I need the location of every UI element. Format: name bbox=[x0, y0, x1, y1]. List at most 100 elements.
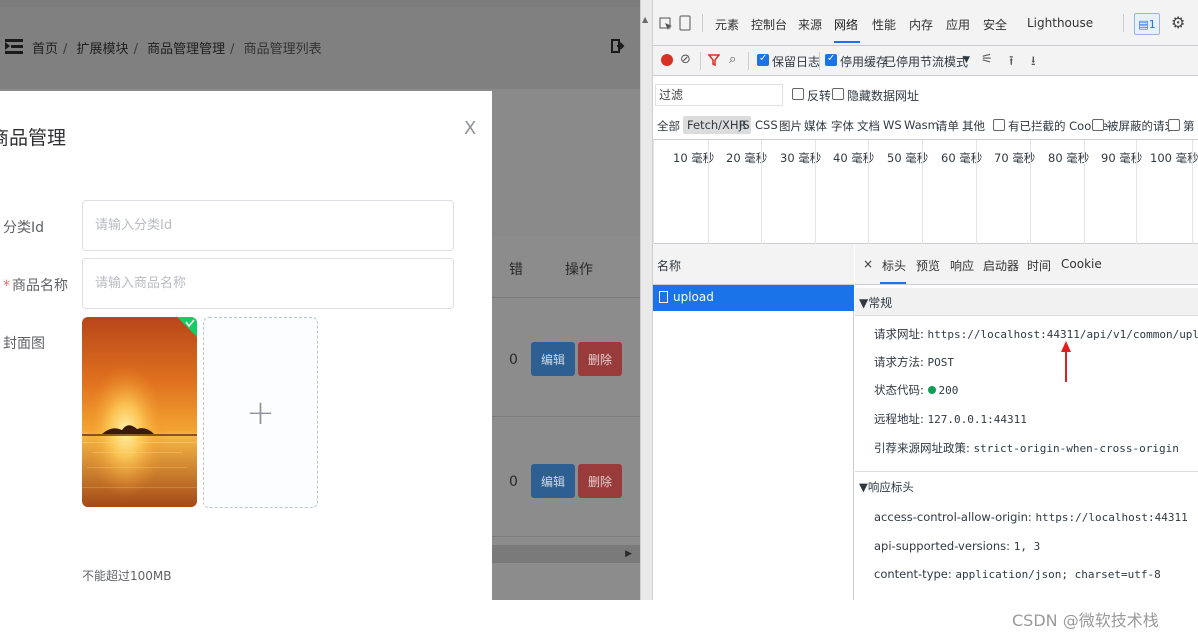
request-url-row: 请求网址: https://localhost:44311/api/v1/com… bbox=[874, 326, 1198, 342]
blocked-requests-label: 被屏蔽的请求 bbox=[1107, 119, 1176, 133]
inspect-element-icon[interactable] bbox=[659, 17, 673, 31]
tab-response[interactable]: 响应 bbox=[950, 257, 974, 274]
issues-badge[interactable]: ▤ 1 bbox=[1134, 13, 1160, 35]
table-cell: 0 bbox=[509, 352, 518, 368]
type-js[interactable]: JS bbox=[739, 118, 750, 132]
tab-cookies[interactable]: Cookie bbox=[1061, 257, 1102, 271]
type-font[interactable]: 字体 bbox=[831, 118, 854, 134]
import-har-icon[interactable]: ⭱ bbox=[1009, 52, 1014, 74]
network-timeline[interactable]: 10 毫秒 20 毫秒 30 毫秒 40 毫秒 50 毫秒 60 毫秒 70 毫… bbox=[653, 140, 1198, 244]
tab-security[interactable]: 安全 bbox=[983, 16, 1007, 33]
hide-data-urls-label: 隐藏数据网址 bbox=[847, 89, 920, 103]
disable-cache-checkbox[interactable] bbox=[825, 53, 837, 66]
table-header-cut: 错 bbox=[509, 262, 523, 278]
content-type-header-row: content-type: application/json; charset=… bbox=[874, 567, 1161, 581]
delete-button[interactable]: 删除 bbox=[578, 464, 622, 498]
devtools-panel: 元素 控制台 来源 网络 性能 内存 应用 安全 Lighthouse ▤ 1 ⚙… bbox=[653, 0, 1198, 600]
image-upload-button[interactable]: + bbox=[203, 317, 318, 508]
invert-checkbox[interactable] bbox=[792, 88, 804, 100]
product-dialog: 商品管理 X 分类Id *商品名称 封面图 bbox=[0, 91, 492, 600]
filter-bar: 反转 隐藏数据网址 bbox=[653, 82, 1198, 108]
preserve-log-checkbox[interactable] bbox=[757, 53, 769, 66]
category-id-input[interactable] bbox=[82, 200, 454, 251]
tab-network[interactable]: 网络 bbox=[834, 16, 858, 33]
type-css[interactable]: CSS bbox=[755, 118, 778, 132]
export-har-icon[interactable]: ⭳ bbox=[1031, 52, 1036, 74]
type-media[interactable]: 媒体 bbox=[804, 118, 827, 134]
sunset-image bbox=[82, 317, 197, 507]
response-headers-section-header[interactable]: ▼响应标头 bbox=[859, 479, 914, 495]
tab-sources[interactable]: 来源 bbox=[798, 16, 822, 33]
resource-type-filter: 全部 Fetch/XHR JS CSS 图片 媒体 字体 文档 WS Wasm … bbox=[653, 112, 1198, 140]
device-toolbar-icon[interactable] bbox=[679, 15, 691, 31]
tab-initiator[interactable]: 启动器 bbox=[983, 257, 1019, 274]
request-method-row: 请求方法: POST bbox=[874, 355, 955, 369]
third-party-checkbox[interactable] bbox=[1168, 119, 1180, 131]
product-name-label: * 商品名称 bbox=[3, 278, 68, 294]
delete-button[interactable]: 删除 bbox=[578, 342, 622, 376]
table-footer bbox=[492, 563, 640, 600]
table-cell: 0 bbox=[509, 474, 518, 490]
logout-icon[interactable] bbox=[611, 39, 625, 53]
status-ok-icon bbox=[927, 386, 936, 394]
name-column-header[interactable]: 名称 bbox=[653, 244, 854, 285]
pane-divider[interactable]: ▲ bbox=[640, 0, 653, 600]
settings-gear-icon[interactable]: ⚙ bbox=[1171, 13, 1185, 32]
type-ws[interactable]: WS bbox=[883, 118, 902, 132]
type-img[interactable]: 图片 bbox=[779, 118, 802, 134]
breadcrumb-product-admin[interactable]: 商品管理管理 bbox=[147, 42, 225, 57]
request-details: × 标头 预览 响应 启动器 时间 Cookie ▼常规 请求网址: https… bbox=[855, 244, 1198, 600]
filter-input[interactable] bbox=[655, 84, 783, 106]
status-code-value: 200 bbox=[938, 384, 959, 397]
detail-tab-bar: × 标头 预览 响应 启动器 时间 Cookie bbox=[855, 244, 1198, 285]
scroll-right-icon[interactable]: ▶ bbox=[625, 549, 632, 559]
disable-cache-label: 停用缓存 bbox=[840, 55, 889, 69]
chevron-down-icon[interactable]: ▼ bbox=[963, 55, 970, 65]
tab-memory[interactable]: 内存 bbox=[909, 16, 933, 33]
cover-label: 封面图 bbox=[3, 336, 45, 352]
filter-icon[interactable] bbox=[708, 54, 720, 66]
tab-lighthouse[interactable]: Lighthouse bbox=[1027, 16, 1093, 30]
horizontal-scrollbar[interactable]: ▶ bbox=[492, 545, 640, 563]
tab-timing[interactable]: 时间 bbox=[1027, 257, 1051, 274]
clear-icon[interactable]: ⊘ bbox=[680, 52, 691, 67]
tab-headers[interactable]: 标头 bbox=[882, 257, 906, 274]
hide-data-urls-checkbox[interactable] bbox=[832, 88, 844, 100]
request-row-upload[interactable]: upload bbox=[653, 285, 854, 311]
product-table: 错 操作 0 编辑 删除 0 编辑 删除 bbox=[492, 236, 640, 546]
blocked-requests-checkbox[interactable] bbox=[1092, 119, 1104, 131]
acao-header-row: access-control-allow-origin: https://loc… bbox=[874, 510, 1188, 524]
type-doc[interactable]: 文档 bbox=[857, 118, 880, 134]
blocked-cookies-checkbox[interactable] bbox=[993, 119, 1005, 131]
network-conditions-icon[interactable]: ⚟ bbox=[981, 52, 993, 67]
throttling-select[interactable]: 已停用节流模式 bbox=[884, 53, 968, 70]
file-icon bbox=[659, 291, 668, 303]
menu-toggle-icon[interactable] bbox=[5, 37, 25, 57]
type-wasm[interactable]: Wasm bbox=[904, 118, 939, 132]
watermark: CSDN @微软技术栈 bbox=[1012, 611, 1159, 630]
tab-preview[interactable]: 预览 bbox=[916, 257, 940, 274]
type-all[interactable]: 全部 bbox=[657, 118, 680, 134]
type-manifest[interactable]: 清单 bbox=[936, 118, 959, 134]
edit-button[interactable]: 编辑 bbox=[531, 464, 575, 498]
remote-address-row: 远程地址: 127.0.0.1:44311 bbox=[874, 412, 1027, 426]
type-other[interactable]: 其他 bbox=[962, 118, 985, 134]
breadcrumb-home[interactable]: 首页 bbox=[32, 42, 58, 57]
close-icon[interactable]: X bbox=[464, 118, 476, 139]
tab-application[interactable]: 应用 bbox=[946, 16, 970, 33]
admin-app: 首页 / 扩展模块 / 商品管理管理 / 商品管理列表 错 操作 0 编辑 删除 0 … bbox=[0, 0, 640, 600]
close-details-icon[interactable]: × bbox=[863, 257, 873, 271]
tab-performance[interactable]: 性能 bbox=[872, 16, 896, 33]
tab-elements[interactable]: 元素 bbox=[715, 16, 739, 33]
cover-image-thumbnail[interactable] bbox=[82, 317, 197, 507]
breadcrumb-extensions[interactable]: 扩展模块 bbox=[77, 42, 129, 57]
tab-console[interactable]: 控制台 bbox=[751, 16, 787, 33]
record-icon[interactable] bbox=[661, 54, 673, 66]
collapse-up-icon[interactable]: ▲ bbox=[642, 15, 648, 24]
devtools-tab-bar: 元素 控制台 来源 网络 性能 内存 应用 安全 Lighthouse ▤ 1 ⚙ bbox=[653, 0, 1198, 46]
search-icon[interactable]: ⌕ bbox=[729, 52, 736, 67]
general-section-header[interactable]: ▼常规 bbox=[855, 288, 1198, 316]
invert-label: 反转 bbox=[807, 89, 832, 103]
product-name-input[interactable] bbox=[82, 258, 454, 309]
edit-button[interactable]: 编辑 bbox=[531, 342, 575, 376]
